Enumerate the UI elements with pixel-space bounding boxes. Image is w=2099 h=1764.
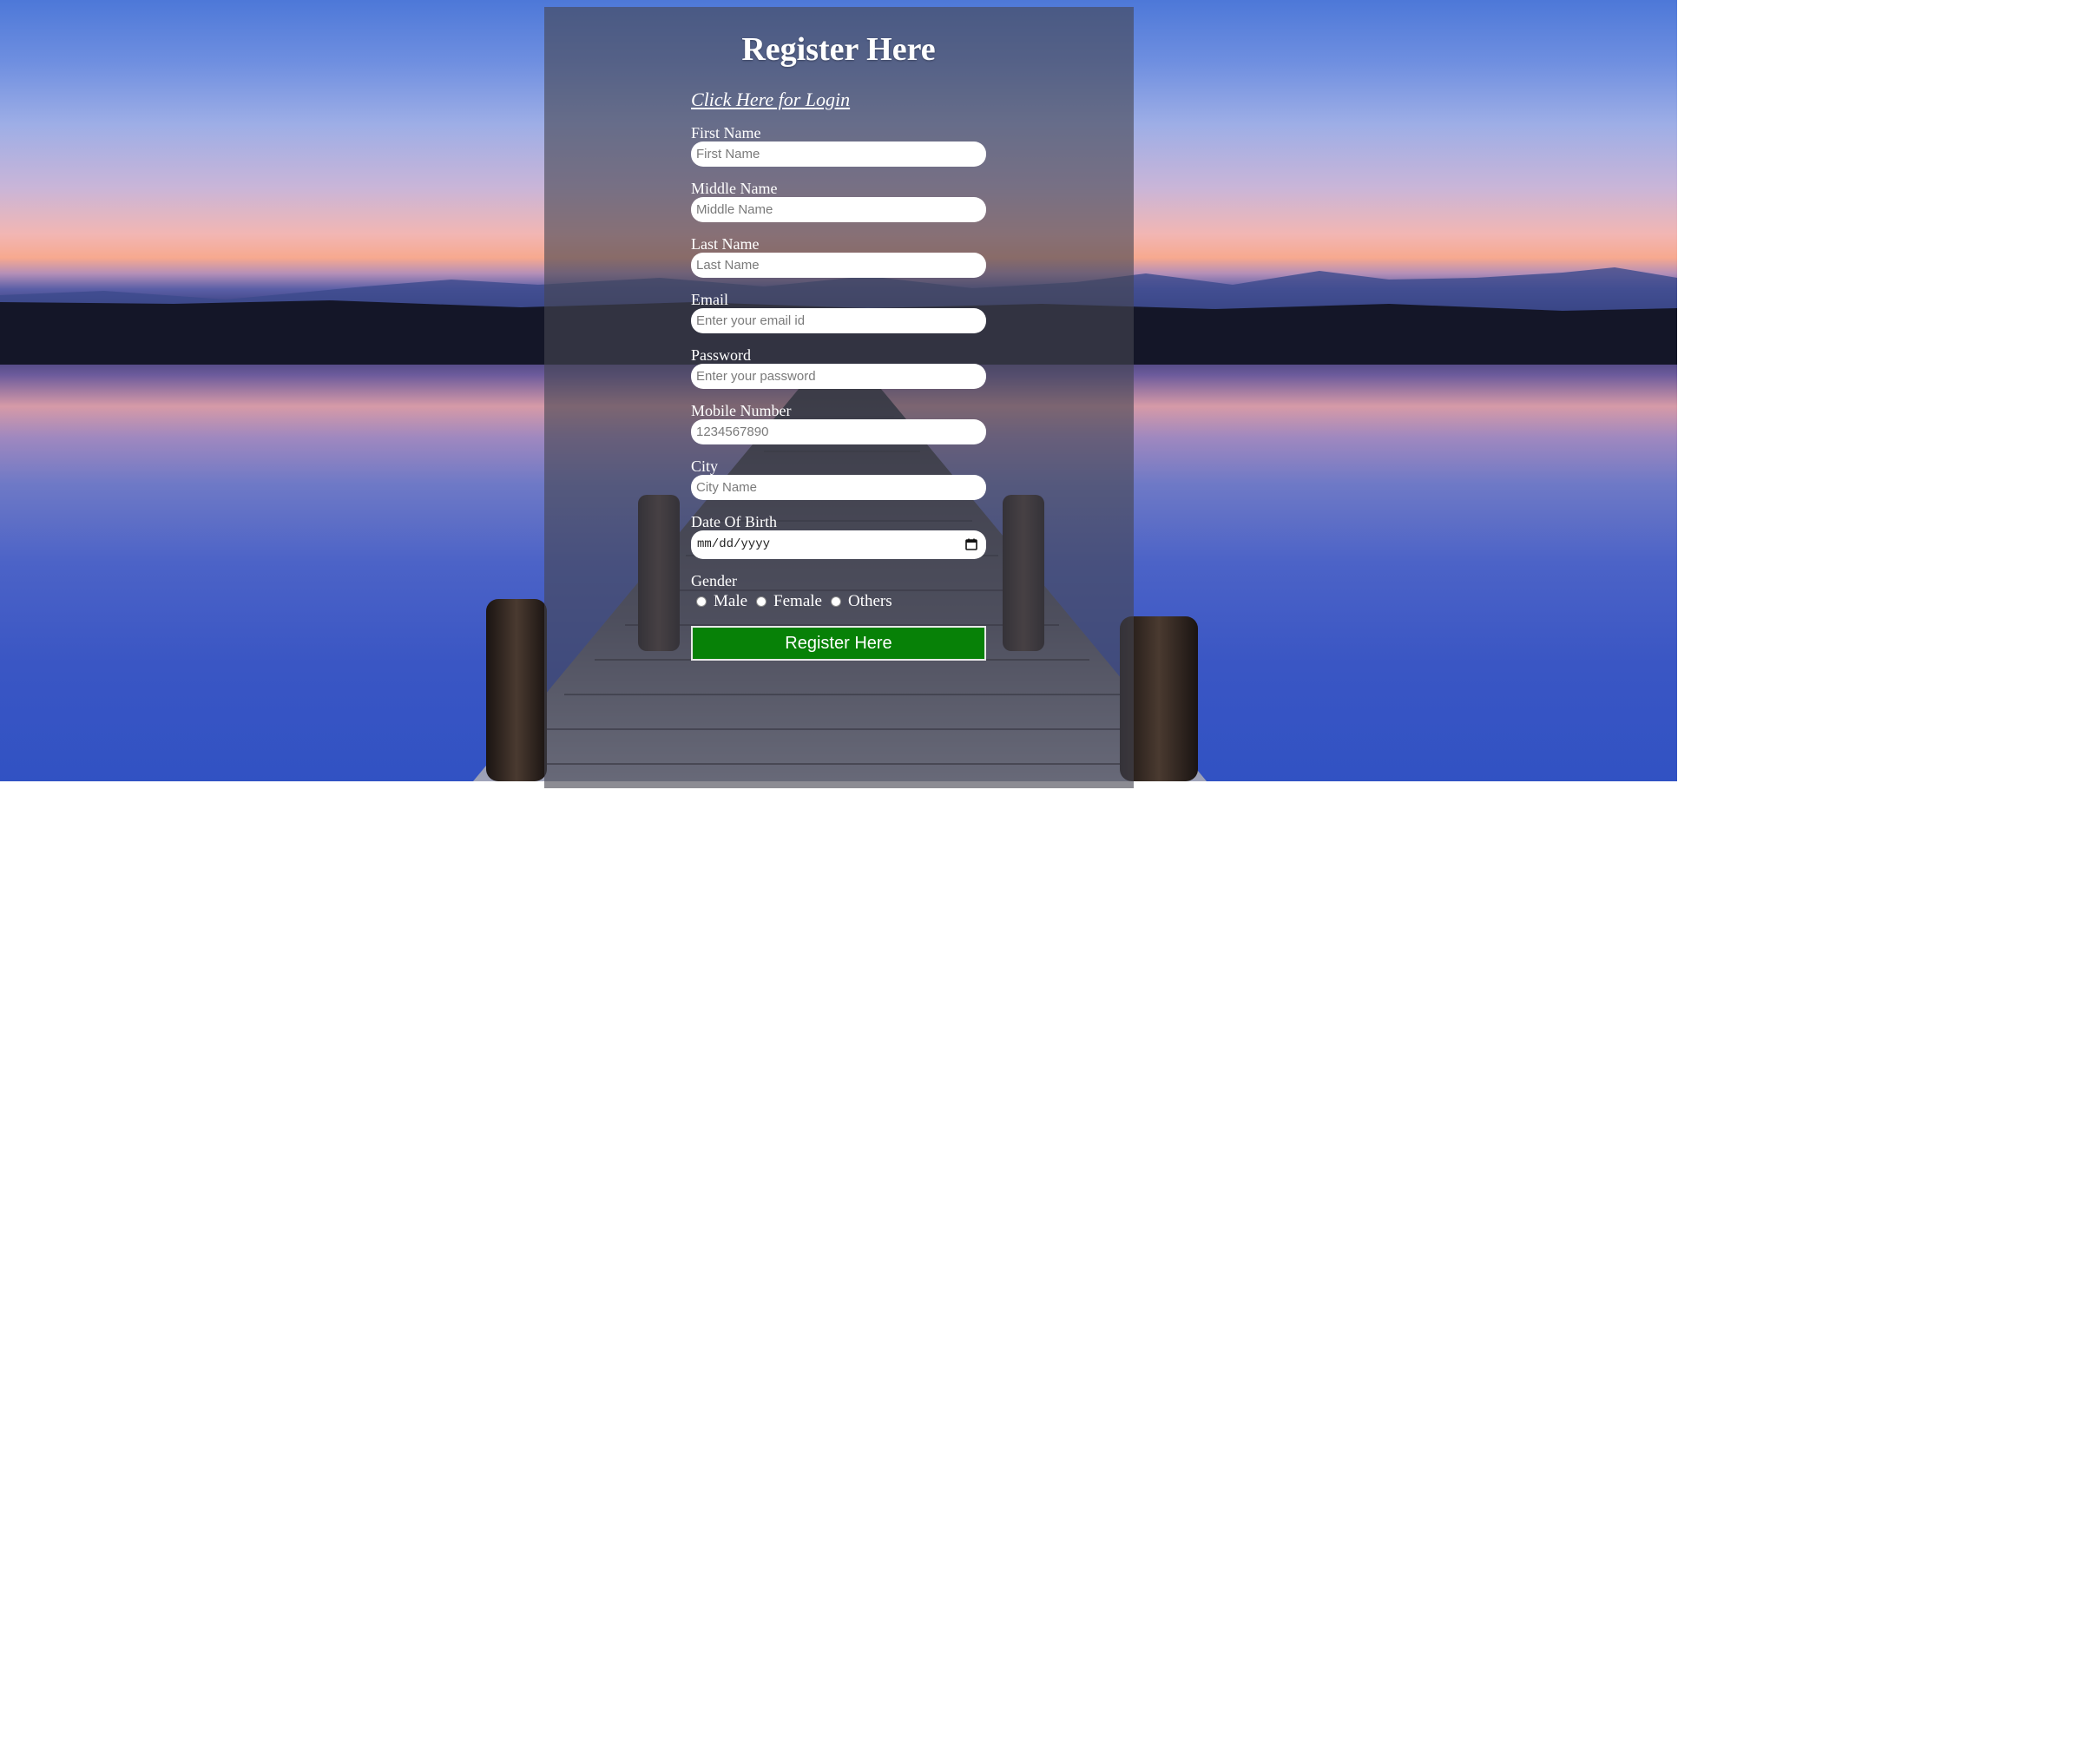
date-placeholder: mm/dd/yyyy: [697, 537, 771, 551]
email-group: Email: [691, 291, 986, 333]
calendar-icon[interactable]: [965, 538, 977, 550]
first-name-group: First Name: [691, 124, 986, 167]
mobile-number-group: Mobile Number: [691, 402, 986, 444]
last-name-group: Last Name: [691, 235, 986, 278]
gender-options: Male Female Others: [691, 591, 986, 612]
mobile-number-input[interactable]: [691, 419, 986, 444]
password-label: Password: [691, 346, 752, 364]
city-group: City: [691, 457, 986, 500]
first-name-input[interactable]: [691, 142, 986, 167]
registration-form: Register Here Click Here for Login First…: [691, 7, 986, 661]
password-input[interactable]: [691, 364, 986, 389]
date-of-birth-input[interactable]: mm/dd/yyyy: [691, 530, 986, 559]
email-input[interactable]: [691, 308, 986, 333]
first-name-label: First Name: [691, 124, 761, 142]
last-name-label: Last Name: [691, 235, 760, 253]
city-label: City: [691, 457, 719, 475]
gender-others-label: Others: [847, 592, 892, 610]
gender-label: Gender: [691, 572, 737, 589]
gender-group: Gender Male Female Others: [691, 572, 986, 612]
last-name-input[interactable]: [691, 253, 986, 278]
gender-female-radio[interactable]: [756, 596, 767, 607]
register-button[interactable]: Register Here: [691, 626, 986, 661]
city-input[interactable]: [691, 475, 986, 500]
gender-male-label: Male: [714, 592, 748, 610]
gender-others-radio[interactable]: [830, 596, 841, 607]
mobile-number-label: Mobile Number: [691, 402, 792, 419]
email-label: Email: [691, 291, 728, 308]
date-of-birth-group: Date Of Birth mm/dd/yyyy: [691, 513, 986, 559]
middle-name-input[interactable]: [691, 197, 986, 222]
middle-name-label: Middle Name: [691, 180, 778, 197]
middle-name-group: Middle Name: [691, 180, 986, 222]
gender-female-label: Female: [773, 592, 822, 610]
login-link[interactable]: Click Here for Login: [691, 89, 986, 111]
date-of-birth-label: Date Of Birth: [691, 513, 777, 530]
page-title: Register Here: [741, 31, 936, 68]
gender-male-radio[interactable]: [696, 596, 707, 607]
password-group: Password: [691, 346, 986, 389]
